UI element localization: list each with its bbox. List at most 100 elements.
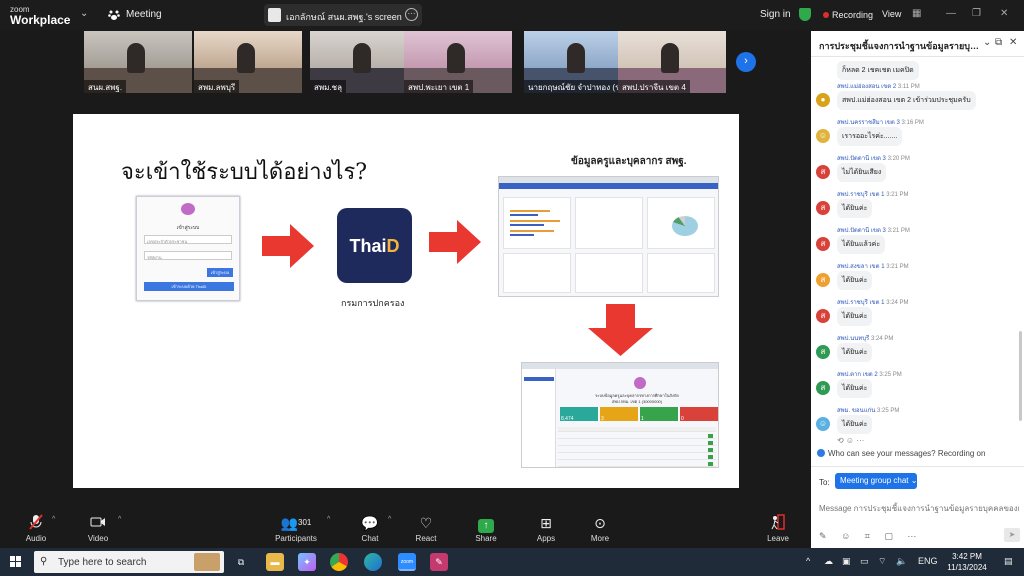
chat-messages[interactable]: ก็หลด 2 เชคเชด เมคปิด ● สพป.แม่ฮ่องสอน เขต… bbox=[811, 57, 1016, 455]
chat-message[interactable]: สสพป.สงขลา เขต 1 3:21 PM ได้ยินค่ะ bbox=[811, 261, 1016, 297]
taskbar-search[interactable]: ⚲ Type here to search bbox=[34, 551, 224, 573]
popout-icon[interactable]: ⧉ bbox=[995, 37, 1002, 48]
message-text: ได้ยินแล้วค่ะ bbox=[837, 235, 886, 254]
video-button[interactable]: Video bbox=[84, 514, 112, 543]
recipient-select[interactable]: Meeting group chat ⌄ bbox=[835, 473, 917, 489]
participant-thumb[interactable]: สพป.ปราจีน เขต 4 bbox=[618, 31, 726, 93]
more-icon[interactable]: ··· bbox=[405, 8, 418, 21]
view-button[interactable]: View bbox=[882, 9, 901, 19]
participant-thumb[interactable]: สพม.ลพบุรี bbox=[194, 31, 302, 93]
close-icon[interactable]: ✕ bbox=[1009, 37, 1017, 48]
chat-message[interactable]: สสพป.ราชบุรี เขต 1 3:21 PM ได้ยินค่ะ bbox=[811, 189, 1016, 225]
leave-button[interactable]: Leave bbox=[764, 514, 792, 543]
participant-thumb[interactable]: นายกฤษณ์ชัย จำปาทอง (รอ bbox=[524, 31, 632, 93]
share-button[interactable]: ↑ Share bbox=[472, 514, 500, 543]
copilot-icon[interactable]: ✦ bbox=[298, 553, 316, 571]
file-icon[interactable]: ▢ bbox=[884, 531, 893, 542]
minimize-icon[interactable]: — bbox=[946, 8, 956, 19]
wifi-icon[interactable]: ⌔ bbox=[878, 556, 886, 567]
participants-options-caret[interactable]: ^ bbox=[327, 516, 330, 523]
chat-options-caret[interactable]: ^ bbox=[388, 516, 391, 523]
message-text: ได้ยินค่ะ bbox=[837, 415, 873, 434]
windows-start-icon[interactable] bbox=[10, 556, 22, 568]
more-icon[interactable]: ··· bbox=[907, 531, 916, 541]
chat-message[interactable]: ☺ สพป.นครราชสีมา เขต 3 3:16 PM เรารออะไรค่… bbox=[811, 117, 1016, 153]
recording-status[interactable]: Recording bbox=[832, 10, 873, 20]
sender-name-text: สพป.สงขลา เขต 1 bbox=[837, 264, 885, 270]
audio-options-caret[interactable]: ^ bbox=[52, 516, 55, 523]
sender-avatar[interactable]: ส bbox=[816, 309, 830, 323]
sender-avatar[interactable]: ☺ bbox=[816, 417, 830, 431]
zoom-app-icon[interactable]: zoom bbox=[398, 553, 416, 571]
chat-scrollbar[interactable] bbox=[1019, 331, 1022, 421]
video-options-caret[interactable]: ^ bbox=[118, 516, 121, 523]
more-button[interactable]: ⊙ More bbox=[586, 514, 614, 543]
sender-avatar[interactable]: ส bbox=[816, 345, 830, 359]
pinned-app-icon[interactable]: ✎ bbox=[430, 553, 448, 571]
sender-avatar[interactable]: ● bbox=[816, 93, 830, 107]
participants-count: 301 bbox=[298, 518, 312, 527]
screen-share-indicator[interactable]: เอกลักษณ์ สนผ.สพฐ.'s screen ··· bbox=[264, 4, 422, 26]
participants-button[interactable]: 👥301 Participants bbox=[273, 514, 319, 543]
message-time: 3:24 PM bbox=[886, 300, 909, 306]
chat-button[interactable]: 💬 Chat bbox=[356, 514, 384, 543]
participant-name: นายกฤษณ์ชัย จำปาทอง (รอ bbox=[524, 80, 629, 93]
file-explorer-icon[interactable]: ▬ bbox=[266, 553, 284, 571]
volume-icon[interactable]: 🔈 bbox=[896, 556, 907, 567]
format-icon[interactable]: ✎ bbox=[819, 531, 827, 542]
chat-message[interactable]: ส สพป.ปัตตานี เขต 3 3:21 PM ได้ยินแล้วค่ะ bbox=[811, 225, 1016, 261]
send-icon[interactable]: ➤ bbox=[1004, 528, 1020, 542]
onedrive-icon[interactable]: ☁ bbox=[824, 556, 833, 567]
sender-name: สพป.นครราชสีมา เขต 3 3:16 PM bbox=[837, 117, 924, 127]
battery-icon[interactable]: ▭ bbox=[860, 556, 869, 567]
apps-button[interactable]: ⊞ Apps bbox=[532, 514, 560, 543]
restore-icon[interactable]: ❐ bbox=[972, 8, 981, 19]
react-button[interactable]: ♡ React bbox=[412, 514, 440, 543]
sharer-avatar bbox=[268, 8, 281, 22]
audio-button[interactable]: Audio bbox=[22, 514, 50, 543]
participant-name: สพม.ชลุ bbox=[310, 80, 346, 93]
sender-avatar[interactable]: ☺ bbox=[816, 129, 830, 143]
chrome-icon[interactable] bbox=[330, 553, 348, 571]
privacy-notice[interactable]: Who can see your messages? Recording on bbox=[811, 449, 1024, 463]
code-icon[interactable]: ⌗ bbox=[865, 531, 870, 542]
meeting-label[interactable]: Meeting bbox=[126, 9, 162, 20]
tray-app-icon[interactable]: ▣ bbox=[842, 556, 851, 567]
edge-icon[interactable] bbox=[364, 553, 382, 571]
thaid-logo: ThaiD bbox=[337, 208, 412, 283]
sign-in-link[interactable]: Sign in bbox=[760, 9, 791, 20]
message-time: 3:21 PM bbox=[886, 264, 909, 270]
chat-message[interactable]: ส สพป.นนทบุรี 3:24 PM ได้ยินค่ะ bbox=[811, 333, 1016, 369]
participant-thumb[interactable]: สพป.พะเยา เขต 1 bbox=[404, 31, 512, 93]
tray-chevron-icon[interactable]: ^ bbox=[806, 556, 810, 566]
emoji-icon[interactable]: ☺ bbox=[841, 531, 850, 541]
taskbar-clock[interactable]: 3:42 PM 11/13/2024 bbox=[944, 551, 990, 573]
chat-message[interactable]: ส สพป.ปัตตานี เขต 3 3:20 PM ไม่ได้ยินเสียง bbox=[811, 153, 1016, 189]
chat-message[interactable]: สสพป.ราชบุรี เขต 1 3:24 PM ได้ยินค่ะ bbox=[811, 297, 1016, 333]
more-label: More bbox=[590, 534, 610, 543]
participant-thumb[interactable]: สพม.ชลุ bbox=[310, 31, 418, 93]
sender-avatar[interactable]: ส bbox=[816, 201, 830, 215]
sender-avatar[interactable]: ส bbox=[816, 381, 830, 395]
chevron-down-icon[interactable]: ⌄ bbox=[80, 8, 88, 19]
chat-message[interactable]: สสพป.ตาก เขต 2 3:25 PM ได้ยินค่ะ bbox=[811, 369, 1016, 405]
close-icon[interactable]: ✕ bbox=[1000, 8, 1008, 19]
share-title: เอกลักษณ์ สนผ.สพฐ.'s screen bbox=[286, 12, 402, 22]
language-indicator[interactable]: ENG bbox=[918, 556, 938, 566]
participant-thumb[interactable]: สนผ.สพฐ. bbox=[84, 31, 192, 93]
grid-icon[interactable]: ▦ bbox=[912, 8, 921, 19]
sender-avatar[interactable]: ส bbox=[816, 237, 830, 251]
task-view-icon[interactable]: ⧉ bbox=[232, 553, 250, 571]
message-text: ได้ยินค่ะ bbox=[837, 343, 873, 362]
chat-message-input[interactable] bbox=[819, 495, 1019, 521]
notifications-icon[interactable]: ▤ bbox=[1004, 556, 1013, 567]
shield-icon[interactable] bbox=[799, 8, 811, 21]
dash2-card-value: 3 bbox=[601, 416, 604, 422]
chevron-down-icon[interactable]: ⌄ bbox=[983, 37, 991, 48]
chat-message[interactable]: ● สพป.แม่ฮ่องสอน เขต 2 3:11 PM สพป.แม่ฮ่อง… bbox=[811, 81, 1016, 117]
sender-avatar[interactable]: ส bbox=[816, 273, 830, 287]
reaction-icons[interactable]: ⟲ ☺ ··· bbox=[837, 436, 864, 445]
participant-name: สนผ.สพฐ. bbox=[84, 80, 127, 93]
next-page-icon[interactable]: › bbox=[736, 52, 756, 72]
sender-avatar[interactable]: ส bbox=[816, 165, 830, 179]
